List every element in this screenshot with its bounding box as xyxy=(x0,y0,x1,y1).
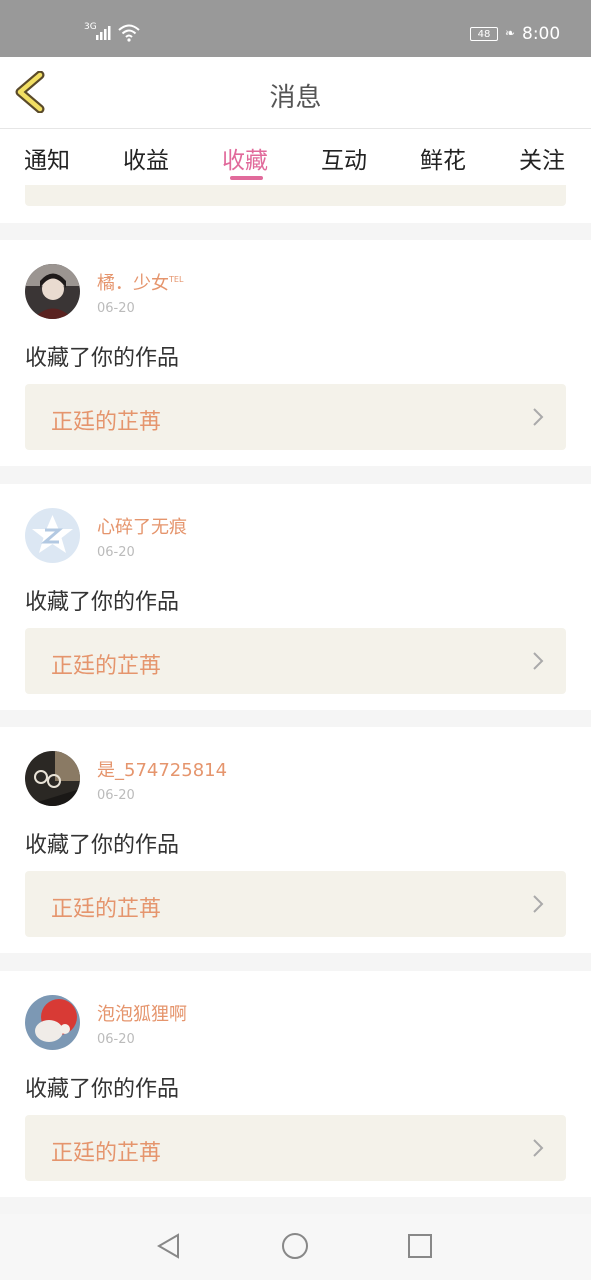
work-title: 正廷的芷苒 xyxy=(51,1141,162,1166)
battery-indicator: 48 xyxy=(470,27,498,41)
work-link[interactable]: 正廷的芷苒 xyxy=(25,871,566,937)
active-tab-indicator xyxy=(230,176,263,180)
list-item: 泡泡狐狸啊 06-20 收藏了你的作品 正廷的芷苒 xyxy=(0,971,591,1197)
action-text: 收藏了你的作品 xyxy=(25,346,180,371)
tab-favorites[interactable]: 收藏 xyxy=(222,141,268,175)
username[interactable]: 泡泡狐狸啊 xyxy=(97,1000,187,1026)
header-bar: 消息 xyxy=(0,57,591,129)
status-bar: 3G 48 ❧ 8:00 xyxy=(0,0,591,57)
user-badge: TEL xyxy=(169,275,184,284)
work-link[interactable]: 正廷的芷苒 xyxy=(25,628,566,694)
chevron-right-icon xyxy=(533,652,544,670)
tab-interactions[interactable]: 互动 xyxy=(321,141,367,175)
avatar[interactable] xyxy=(25,264,80,319)
work-title: 正廷的芷苒 xyxy=(51,654,162,679)
timestamp: 06-20 xyxy=(97,545,135,560)
username[interactable]: 橘．少女TEL xyxy=(97,269,183,295)
tab-earnings[interactable]: 收益 xyxy=(123,141,169,175)
wifi-icon xyxy=(118,24,140,42)
username[interactable]: 是_574725814 xyxy=(97,756,227,782)
work-title: 正廷的芷苒 xyxy=(51,410,162,435)
avatar[interactable] xyxy=(25,508,80,563)
list-item-partial xyxy=(0,185,591,223)
nav-back-icon[interactable] xyxy=(155,1232,183,1260)
work-title: 正廷的芷苒 xyxy=(51,897,162,922)
list-item: 心碎了无痕 06-20 收藏了你的作品 正廷的芷苒 xyxy=(0,484,591,710)
system-nav-bar xyxy=(0,1214,591,1280)
action-text: 收藏了你的作品 xyxy=(25,1077,180,1102)
clock: 8:00 xyxy=(522,24,561,44)
avatar[interactable] xyxy=(25,995,80,1050)
action-text: 收藏了你的作品 xyxy=(25,833,180,858)
tab-following[interactable]: 关注 xyxy=(519,141,565,175)
username[interactable]: 心碎了无痕 xyxy=(97,513,187,539)
tab-flowers[interactable]: 鲜花 xyxy=(420,141,466,175)
work-link[interactable]: 正廷的芷苒 xyxy=(25,384,566,450)
page-title: 消息 xyxy=(269,83,322,113)
network-type: 3G xyxy=(84,22,97,32)
nav-home-icon[interactable] xyxy=(281,1232,309,1260)
work-link-partial[interactable] xyxy=(25,185,566,206)
leaf-icon: ❧ xyxy=(505,26,516,40)
chevron-right-icon xyxy=(533,408,544,426)
tab-bar: 通知 收益 收藏 互动 鲜花 关注 xyxy=(0,129,591,185)
list-item: 是_574725814 06-20 收藏了你的作品 正廷的芷苒 xyxy=(0,727,591,953)
work-link[interactable]: 正廷的芷苒 xyxy=(25,1115,566,1181)
nav-recent-icon[interactable] xyxy=(406,1232,434,1260)
tab-notifications[interactable]: 通知 xyxy=(24,141,70,175)
avatar[interactable] xyxy=(25,751,80,806)
signal-icon xyxy=(96,26,111,40)
timestamp: 06-20 xyxy=(97,301,135,316)
chevron-right-icon xyxy=(533,1139,544,1157)
action-text: 收藏了你的作品 xyxy=(25,590,180,615)
list-item: 橘．少女TEL 06-20 收藏了你的作品 正廷的芷苒 xyxy=(0,240,591,466)
chevron-right-icon xyxy=(533,895,544,913)
timestamp: 06-20 xyxy=(97,788,135,803)
timestamp: 06-20 xyxy=(97,1032,135,1047)
